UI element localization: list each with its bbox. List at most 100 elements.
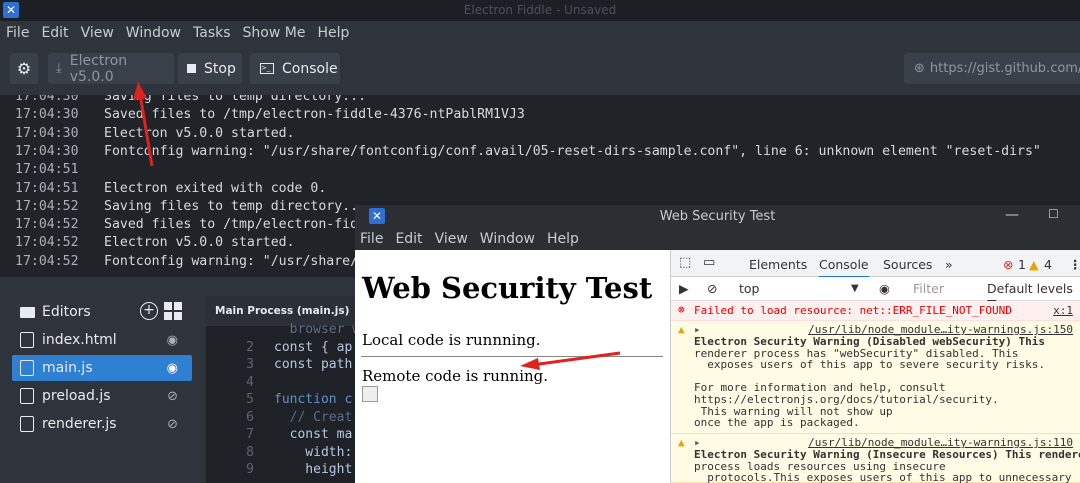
expand-arrow-icon[interactable]: ▸ <box>694 437 701 449</box>
menu-show-me[interactable]: Show Me <box>243 25 306 41</box>
inspect-icon[interactable]: ⬚ <box>679 255 691 270</box>
minimize-icon[interactable]: — <box>1005 207 1019 223</box>
test-menu-window[interactable]: Window <box>480 231 535 247</box>
test-menu-edit[interactable]: Edit <box>395 231 422 247</box>
line-number: 8 <box>246 444 254 460</box>
file-icon <box>20 416 34 432</box>
menu-window[interactable]: Window <box>126 25 181 41</box>
test-menu-help[interactable]: Help <box>547 231 579 247</box>
code-text: width: <box>274 444 353 460</box>
test-menu-file[interactable]: File <box>360 231 383 247</box>
console-timestamp: 17:04:52 <box>15 253 79 269</box>
menu-help[interactable]: Help <box>317 25 349 41</box>
menu-tasks[interactable]: Tasks <box>193 25 231 41</box>
eye-icon[interactable]: ◉ <box>167 333 178 348</box>
console-line: 17:04:52 Saving files to temp directory..… <box>15 199 366 217</box>
sidebar-item-index-html[interactable]: index.html ◉ <box>12 327 192 353</box>
console-text: Electron exited with code 0. <box>104 180 327 196</box>
line-number: 6 <box>246 409 254 425</box>
sidebar-toggle-icon[interactable]: ▶ <box>679 281 689 296</box>
tab-console[interactable]: Console <box>819 257 869 278</box>
line-number: 3 <box>246 357 254 372</box>
code-text: browser wi <box>274 322 368 337</box>
console-line: 17:04:30 Saved files to /tmp/electron-fid… <box>15 107 525 125</box>
settings-button[interactable]: ⚙ <box>10 53 38 84</box>
add-editor-icon[interactable]: + <box>140 302 158 320</box>
console-timestamp: 17:04:52 <box>15 217 79 233</box>
broken-image-icon <box>362 386 378 402</box>
console-text: Saving files to temp directory... <box>104 198 367 214</box>
console-line: 17:04:30 Fontconfig warning: "/usr/share/… <box>15 144 1041 162</box>
warning-source-link[interactable]: /usr/lib/node_module…ity-warnings.js:150 <box>808 324 1073 336</box>
test-menu-view[interactable]: View <box>435 231 468 247</box>
live-expression-icon[interactable]: ◉ <box>879 281 890 296</box>
line-number: 9 <box>246 462 254 477</box>
sidebar-title: Editors <box>42 304 91 320</box>
console-text: Saved files to /tmp/electron-fiddle-4376… <box>104 107 525 123</box>
grid-layout-icon[interactable] <box>164 302 182 320</box>
eye-slash-icon[interactable]: ⊘ <box>167 389 178 404</box>
file-icon <box>20 332 34 348</box>
filter-input[interactable]: Filter <box>913 281 944 296</box>
console-line: 17:04:30 Saving files to temp directory..… <box>15 95 366 107</box>
line-number: 7 <box>246 427 254 442</box>
gear-icon: ⚙ <box>16 59 32 78</box>
context-dropdown-icon[interactable]: ▼ <box>851 283 859 294</box>
page-content: Web Security Test Local code is runnning… <box>355 250 669 483</box>
devtools-panel: ⬚ ▭ Elements Console Sources » ⊗ 1 ▲ 4 ⋮… <box>670 250 1080 483</box>
console-text: Fontconfig warning: "/usr/share/fontconf… <box>104 143 1041 159</box>
version-label: Electron v5.0.0 <box>69 52 128 85</box>
sidebar-item-label: renderer.js <box>42 416 117 432</box>
code-text: const { ap <box>274 339 353 355</box>
sidebar-item-main-js[interactable]: main.js ◉ <box>12 355 192 381</box>
error-count: 1 <box>1018 257 1026 272</box>
error-source-link[interactable]: x:1 <box>1053 305 1073 317</box>
device-toolbar-icon[interactable]: ▭ <box>703 255 715 270</box>
console-line: 17:04:51 <box>15 162 104 180</box>
menu-view[interactable]: View <box>81 25 114 41</box>
code-text: const ma <box>274 427 353 442</box>
code-text: function c <box>274 392 353 407</box>
download-icon: ⤓ <box>56 61 62 76</box>
console-timestamp: 17:04:52 <box>15 235 79 251</box>
stop-label: Stop <box>204 60 236 77</box>
gist-url-input[interactable]: ⊛ https://gist.github.com/... <box>904 53 1080 84</box>
warning-source-link[interactable]: /usr/lib/node_module…ity-warnings.js:110 <box>808 437 1073 449</box>
eye-slash-icon[interactable]: ⊘ <box>167 417 178 432</box>
console-warning-1: ▲ ▸ /usr/lib/node_module…ity-warnings.js… <box>671 321 1080 434</box>
console-error-message: ⊗ Failed to load resource: net::ERR_FILE… <box>671 301 1080 321</box>
kebab-menu-icon[interactable]: ⋮ <box>1069 257 1080 272</box>
stop-button[interactable]: Stop <box>178 53 242 84</box>
maximize-icon[interactable]: ☐ <box>1048 207 1059 221</box>
menu-file[interactable]: File <box>6 25 29 41</box>
console-text: Electron v5.0.0 started. <box>104 125 295 141</box>
console-button[interactable]: >_ Console <box>250 53 340 84</box>
warning-text-line: exposes users of this app to severe secu… <box>694 358 1045 372</box>
menu-bar: File Edit View Window Tasks Show Me Help <box>0 21 1080 45</box>
sidebar-item-label: main.js <box>42 360 93 376</box>
context-select[interactable]: top <box>739 281 759 296</box>
console-line: 17:04:52 Electron v5.0.0 started. <box>15 235 295 253</box>
line-number: 2 <box>246 339 254 355</box>
console-timestamp: 17:04:30 <box>15 107 79 123</box>
test-window-menu: File Edit View Window Help <box>355 228 1080 250</box>
page-heading: Web Security Test <box>362 271 653 305</box>
web-security-test-window: ✕ Web Security Test — ☐ File Edit View W… <box>355 205 1080 483</box>
console-timestamp: 17:04:51 <box>15 162 79 178</box>
test-window-titlebar: ✕ Web Security Test — ☐ <box>355 205 1080 228</box>
tab-more[interactable]: » <box>945 257 953 272</box>
code-editor[interactable]: Main Process (main.js) browser wi 2 const … <box>206 296 368 483</box>
expand-arrow-icon[interactable]: ▸ <box>694 324 701 336</box>
sidebar-item-preload-js[interactable]: preload.js ⊘ <box>12 383 192 409</box>
error-icon: ⊗ <box>678 303 685 316</box>
tab-elements[interactable]: Elements <box>749 257 807 272</box>
eye-icon[interactable]: ◉ <box>167 361 178 376</box>
window-title: Electron Fiddle - Unsaved <box>463 3 617 17</box>
warning-text-line: https://electronjs.org/docs/tutorial/sec… <box>694 393 999 406</box>
code-text: // Creat <box>274 409 353 425</box>
tab-sources[interactable]: Sources <box>883 257 932 272</box>
sidebar-item-renderer-js[interactable]: renderer.js ⊘ <box>12 411 192 437</box>
version-select-button[interactable]: ⤓ Electron v5.0.0 <box>48 52 174 85</box>
clear-console-icon[interactable]: ⊘ <box>707 281 717 296</box>
menu-edit[interactable]: Edit <box>41 25 68 41</box>
